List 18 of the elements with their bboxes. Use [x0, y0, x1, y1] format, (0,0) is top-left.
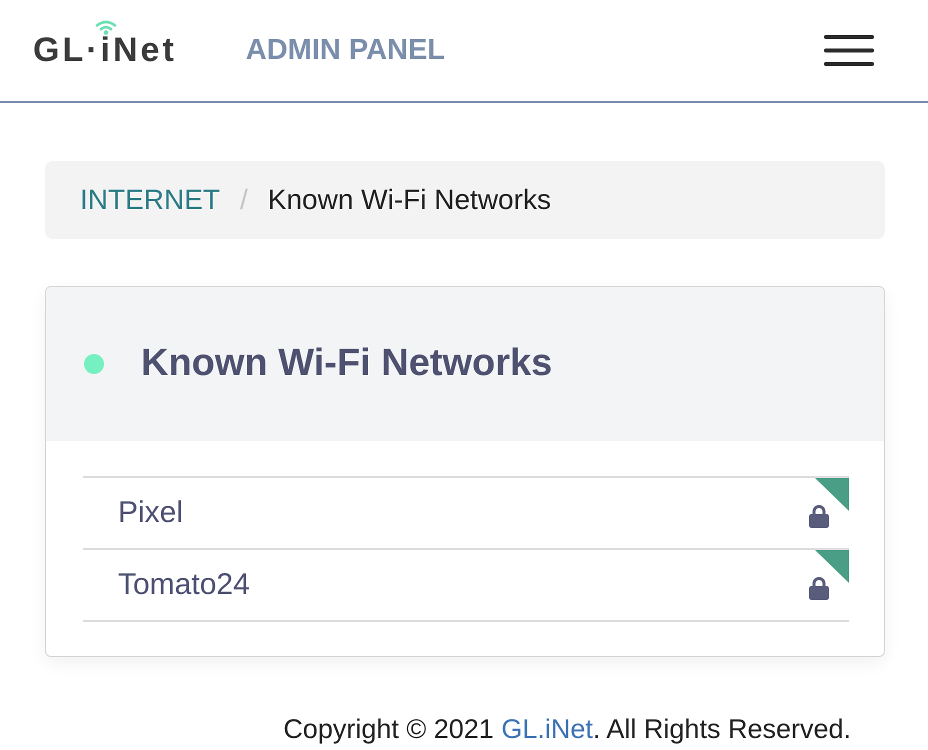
corner-triangle-icon — [815, 478, 849, 511]
gl-inet-link[interactable]: GL.iNet — [501, 714, 593, 744]
network-name: Pixel — [118, 495, 184, 531]
network-name: Tomato24 — [118, 567, 250, 603]
breadcrumb-link[interactable]: INTERNET — [80, 179, 220, 221]
breadcrumb-current: Known Wi-Fi Networks — [268, 183, 551, 217]
corner-triangle-icon — [815, 550, 849, 583]
logo-text[interactable]: GL·iNet — [33, 32, 177, 66]
admin-panel-title: ADMIN PANEL — [246, 33, 446, 68]
network-item[interactable]: Pixel — [83, 476, 849, 548]
card-title: Known Wi-Fi Networks — [141, 341, 552, 386]
copyright-text: Copyright © 2021 GL.iNet. All Rights Reserved. — [283, 714, 851, 744]
menu-icon — [824, 35, 874, 66]
breadcrumb-separator: / — [240, 183, 248, 217]
status-dot-icon — [84, 354, 104, 374]
network-item[interactable]: Tomato24 — [83, 548, 849, 622]
menu-button[interactable] — [824, 35, 874, 66]
wifi-icon — [95, 20, 117, 34]
